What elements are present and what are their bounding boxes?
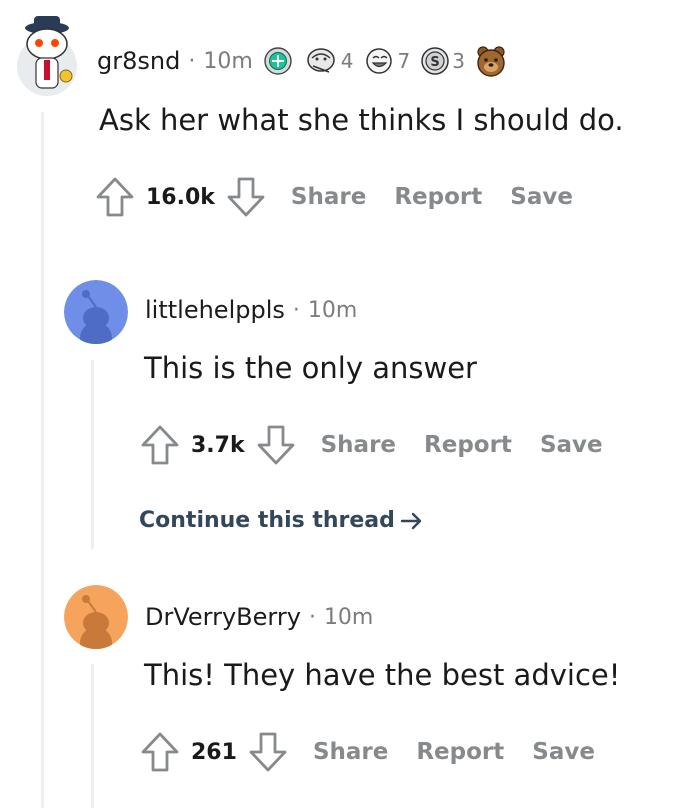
username[interactable]: gr8snd (97, 47, 180, 75)
save-button[interactable]: Save (532, 739, 595, 765)
downvote-button[interactable] (247, 731, 289, 773)
vote-score: 16.0k (146, 184, 215, 210)
upvote-button[interactable] (139, 731, 181, 773)
arrow-right-icon (400, 512, 422, 529)
comment-actions: 3.7k Share Report Save (139, 424, 603, 466)
upvote-arrow-icon (141, 425, 179, 465)
vote-score: 261 (191, 739, 237, 765)
wholesome-seal-award-icon (307, 48, 335, 73)
continue-thread-label: Continue this thread (139, 508, 395, 533)
upvote-arrow-icon (141, 732, 179, 772)
separator: · (188, 48, 196, 74)
share-button[interactable]: Share (313, 739, 388, 765)
timestamp[interactable]: 10m (203, 49, 252, 74)
comment-actions: 261 Share Report Save (139, 731, 595, 773)
helpful-award-icon (264, 47, 292, 75)
silver-award-icon: S (421, 47, 449, 75)
report-button[interactable]: Report (394, 184, 482, 210)
separator: · (292, 297, 300, 323)
vote-score: 3.7k (191, 432, 245, 458)
comment-header: DrVerryBerry · 10m (145, 603, 373, 631)
comment-header: gr8snd · 10m 4 7 S 3 (97, 44, 507, 78)
report-button[interactable]: Report (424, 432, 512, 458)
upvote-button[interactable] (94, 176, 136, 218)
comment-actions: 16.0k Share Report Save (94, 176, 573, 218)
bear-award-icon (477, 46, 505, 77)
award-silver[interactable]: S 3 (420, 46, 465, 76)
thread-line-main[interactable] (41, 112, 44, 808)
share-button[interactable]: Share (291, 184, 366, 210)
timestamp[interactable]: 10m (308, 298, 357, 323)
username[interactable]: DrVerryBerry (145, 603, 301, 631)
award-count: 7 (397, 49, 411, 73)
save-button[interactable]: Save (510, 184, 573, 210)
comment-body: Ask her what she thinks I should do. (99, 103, 624, 137)
avatar[interactable] (64, 280, 128, 344)
award-laughing[interactable]: 7 (364, 46, 411, 76)
award-wholesome-seal[interactable]: 4 (303, 46, 354, 76)
downvote-arrow-icon (249, 732, 287, 772)
downvote-button[interactable] (225, 176, 267, 218)
share-button[interactable]: Share (321, 432, 396, 458)
downvote-button[interactable] (255, 424, 297, 466)
comment-body: This! They have the best advice! (144, 658, 621, 692)
upvote-arrow-icon (96, 177, 134, 217)
avatar[interactable] (64, 585, 128, 649)
svg-text:S: S (431, 55, 440, 70)
thread-line-reply-2[interactable] (91, 664, 94, 808)
downvote-arrow-icon (257, 425, 295, 465)
upvote-button[interactable] (139, 424, 181, 466)
avatar[interactable] (14, 14, 80, 100)
downvote-arrow-icon (227, 177, 265, 217)
award-count: 3 (452, 49, 465, 73)
award-bear[interactable] (475, 44, 507, 78)
award-count: 4 (340, 49, 354, 73)
username[interactable]: littlehelppls (145, 296, 285, 324)
thread-line-reply[interactable] (91, 360, 94, 550)
laughing-face-award-icon (365, 48, 392, 74)
comment-header: littlehelppls · 10m (145, 296, 357, 324)
report-button[interactable]: Report (416, 739, 504, 765)
timestamp[interactable]: 10m (324, 605, 373, 630)
comment-body: This is the only answer (144, 351, 477, 385)
award-helpful[interactable] (263, 46, 293, 76)
continue-thread-link[interactable]: Continue this thread (139, 508, 425, 533)
separator: · (308, 604, 316, 630)
save-button[interactable]: Save (540, 432, 603, 458)
